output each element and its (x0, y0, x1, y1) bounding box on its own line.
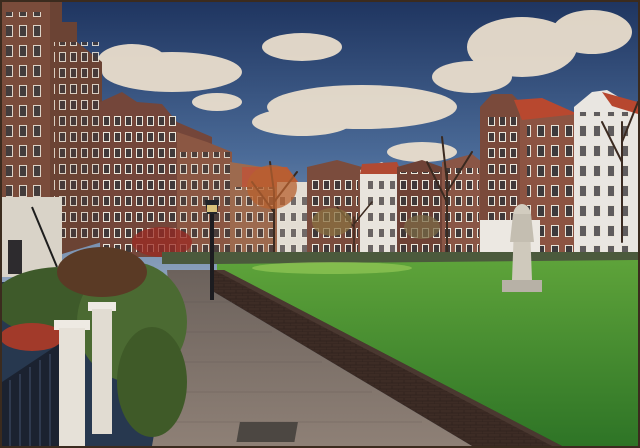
courtyard-photo (2, 2, 638, 446)
right-houses (480, 90, 638, 260)
left-houses (2, 2, 102, 277)
rear-houses (277, 154, 482, 257)
photo-frame (0, 0, 640, 448)
